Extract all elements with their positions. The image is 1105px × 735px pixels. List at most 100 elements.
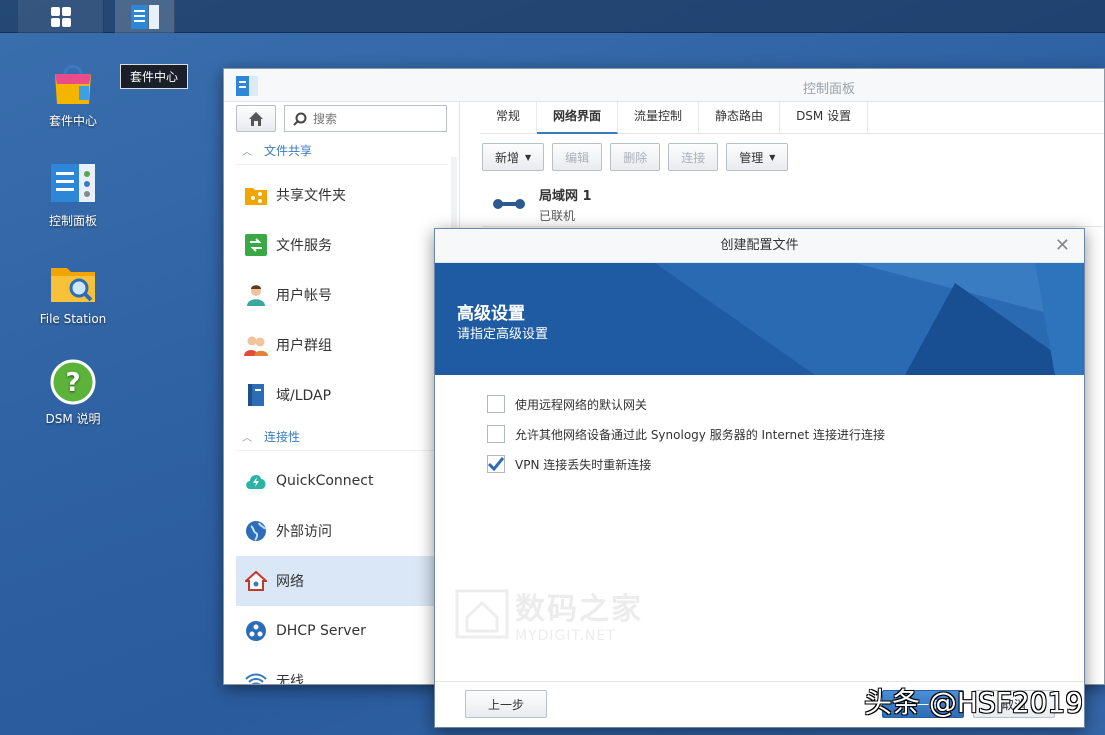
sidebar-item-label: 域/LDAP bbox=[276, 388, 332, 404]
network-home-icon bbox=[244, 569, 268, 593]
sidebar-item-shared-folder[interactable]: 共享文件夹 bbox=[236, 170, 450, 220]
sidebar-item-quickconnect[interactable]: QuickConnect bbox=[236, 456, 450, 506]
sidebar-item-label: 文件服务 bbox=[276, 238, 332, 254]
ethernet-icon bbox=[493, 199, 525, 209]
taskbar-control-panel[interactable] bbox=[115, 0, 175, 33]
delete-button[interactable]: 删除 bbox=[610, 143, 661, 171]
sidebar-item-dhcp-server[interactable]: DHCP Server bbox=[236, 606, 450, 656]
interface-name: 局域网 1 bbox=[539, 189, 592, 204]
tab-traffic-control[interactable]: 流量控制 bbox=[618, 102, 700, 134]
option-default-gateway[interactable]: 使用远程网络的默认网关 bbox=[487, 395, 647, 413]
sidebar-item-network[interactable]: 网络 bbox=[236, 556, 450, 606]
credit-watermark: 头条 @HSF2019 bbox=[864, 686, 1084, 719]
control-panel-icon bbox=[49, 160, 97, 208]
watermark: 数码之家 MYDIGIT.NET bbox=[455, 584, 643, 644]
toolbar: 新增 ▼ 编辑 删除 连接 管理 ▼ bbox=[482, 143, 789, 171]
sidebar-item-label: 外部访问 bbox=[276, 524, 332, 540]
chevron-up-icon: ︿ bbox=[242, 433, 252, 444]
tab-general[interactable]: 常规 bbox=[480, 102, 538, 134]
help-icon: ? bbox=[49, 358, 97, 406]
option-reconnect[interactable]: VPN 连接丢失时重新连接 bbox=[487, 455, 651, 473]
create-profile-dialog: 创建配置文件 ✕ 高级设置 请指定高级设置 使用远程网络的默认网关 允许其他网络… bbox=[434, 228, 1085, 728]
sidebar-item-file-services[interactable]: 文件服务 bbox=[236, 220, 450, 270]
watermark-logo-icon bbox=[455, 589, 509, 639]
sidebar: ︿文件共享 共享文件夹 文件服务 用户帐号 用户群组 域/LDAP ︿连接性 Q… bbox=[224, 102, 460, 684]
sidebar-item-group[interactable]: 用户群组 bbox=[236, 320, 450, 370]
sidebar-item-label: DHCP Server bbox=[276, 623, 366, 639]
tab-bar: 常规 网络界面 流量控制 静态路由 DSM 设置 bbox=[480, 102, 1104, 134]
search-input[interactable] bbox=[313, 111, 433, 126]
dialog-subheading: 请指定高级设置 bbox=[457, 327, 549, 342]
watermark-en: MYDIGIT.NET bbox=[515, 628, 616, 644]
dialog-banner: 高级设置 请指定高级设置 bbox=[435, 263, 1084, 375]
svg-text:?: ? bbox=[65, 368, 80, 398]
checkmark-icon bbox=[488, 457, 504, 471]
desktop-package-center[interactable]: 套件中心 bbox=[28, 60, 118, 129]
quickconnect-icon bbox=[244, 469, 268, 493]
desktop-icon-label: 套件中心 bbox=[48, 114, 97, 128]
caret-down-icon: ▼ bbox=[525, 152, 532, 162]
directory-icon bbox=[244, 383, 268, 407]
dialog-titlebar[interactable]: 创建配置文件 ✕ bbox=[435, 229, 1084, 263]
section-file-sharing[interactable]: ︿ 文件共享 bbox=[242, 142, 312, 159]
interface-row[interactable]: 局域网 1 已联机 bbox=[482, 181, 1102, 227]
globe-icon bbox=[244, 519, 268, 543]
home-button[interactable] bbox=[236, 105, 276, 132]
tab-network-interface[interactable]: 网络界面 bbox=[537, 102, 619, 134]
file-services-icon bbox=[244, 233, 268, 257]
divider bbox=[236, 164, 448, 165]
sidebar-item-label: 无线 bbox=[276, 674, 304, 684]
window-title: 控制面板 bbox=[802, 82, 855, 97]
checkbox-unchecked[interactable] bbox=[487, 425, 505, 443]
desktop-dsm-help[interactable]: ? DSM 说明 bbox=[28, 358, 118, 427]
add-button[interactable]: 新增 ▼ bbox=[482, 143, 545, 171]
sidebar-item-label: QuickConnect bbox=[276, 473, 374, 489]
dialog-title: 创建配置文件 bbox=[720, 238, 799, 253]
tooltip: 套件中心 bbox=[120, 64, 189, 89]
user-icon bbox=[244, 283, 268, 307]
desktop-icon-label: File Station bbox=[39, 312, 107, 326]
grid-icon bbox=[50, 6, 71, 27]
sidebar-item-label: 网络 bbox=[276, 574, 304, 590]
divider bbox=[236, 450, 448, 451]
search-icon bbox=[293, 112, 307, 126]
sidebar-item-label: 用户群组 bbox=[276, 338, 332, 354]
watermark-cn: 数码之家 bbox=[515, 592, 643, 627]
previous-button[interactable]: 上一步 bbox=[465, 690, 547, 718]
dhcp-icon bbox=[244, 619, 268, 643]
dialog-heading: 高级设置 bbox=[457, 304, 525, 324]
checkbox-unchecked[interactable] bbox=[487, 395, 505, 413]
sidebar-item-external-access[interactable]: 外部访问 bbox=[236, 506, 450, 556]
checkbox-checked[interactable] bbox=[487, 455, 505, 473]
manage-button[interactable]: 管理 ▼ bbox=[726, 143, 789, 171]
banner-pattern bbox=[435, 263, 1084, 375]
group-icon bbox=[244, 333, 268, 357]
sidebar-item-wireless[interactable]: 无线 bbox=[236, 656, 450, 684]
chevron-up-icon: ︿ bbox=[242, 147, 252, 158]
tab-dsm-settings[interactable]: DSM 设置 bbox=[780, 102, 869, 134]
shopping-bag-icon bbox=[49, 60, 97, 108]
section-connectivity[interactable]: ︿ 连接性 bbox=[242, 428, 300, 445]
edit-button[interactable]: 编辑 bbox=[552, 143, 603, 171]
desktop-control-panel[interactable]: 控制面板 bbox=[28, 160, 118, 229]
main-menu-button[interactable] bbox=[18, 0, 104, 33]
desktop-file-station[interactable]: File Station bbox=[28, 260, 118, 326]
interface-status: 已联机 bbox=[539, 209, 576, 223]
shared-folder-icon bbox=[244, 183, 268, 207]
close-icon[interactable]: ✕ bbox=[1055, 229, 1070, 263]
folder-search-icon bbox=[49, 260, 97, 308]
control-panel-icon bbox=[130, 4, 159, 29]
taskbar bbox=[0, 0, 1105, 33]
desktop-icon-label: DSM 说明 bbox=[45, 412, 101, 426]
option-allow-sharing[interactable]: 允许其他网络设备通过此 Synology 服务器的 Internet 连接进行连… bbox=[487, 425, 885, 443]
window-titlebar[interactable]: 控制面板 bbox=[224, 69, 1104, 102]
sidebar-item-user[interactable]: 用户帐号 bbox=[236, 270, 450, 320]
caret-down-icon: ▼ bbox=[769, 152, 776, 162]
connect-button[interactable]: 连接 bbox=[668, 143, 719, 171]
tab-static-route[interactable]: 静态路由 bbox=[699, 102, 781, 134]
sidebar-item-domain-ldap[interactable]: 域/LDAP bbox=[236, 370, 450, 420]
sidebar-item-label: 用户帐号 bbox=[276, 288, 332, 304]
search-box[interactable] bbox=[284, 105, 447, 132]
desktop-icon-label: 控制面板 bbox=[48, 214, 97, 228]
wifi-icon bbox=[244, 669, 268, 684]
